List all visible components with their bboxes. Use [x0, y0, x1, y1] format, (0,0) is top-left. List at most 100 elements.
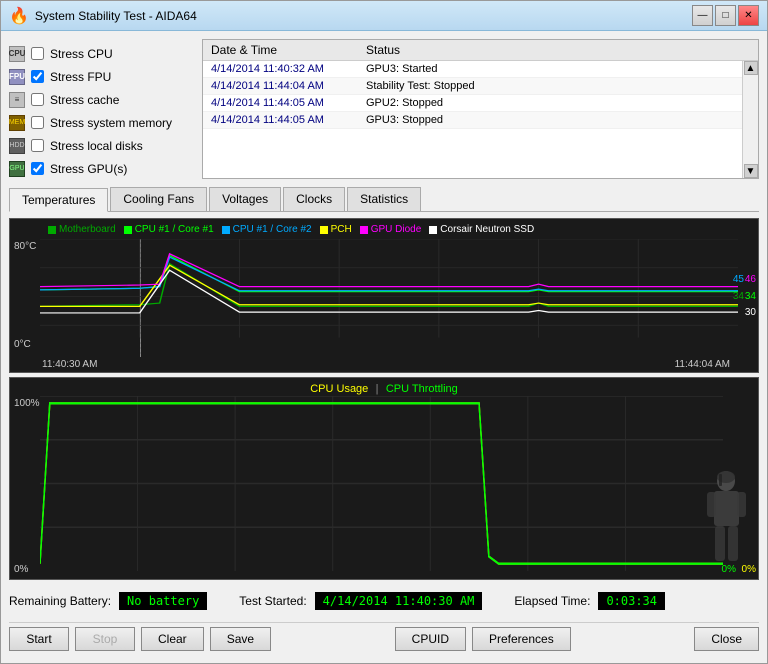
- cpuid-button[interactable]: CPUID: [395, 627, 466, 651]
- tab-statistics[interactable]: Statistics: [347, 187, 421, 211]
- clear-button[interactable]: Clear: [141, 627, 204, 651]
- stress-memory-row: MEM Stress system memory: [9, 112, 194, 133]
- cpu-chart-svg: [40, 396, 723, 571]
- top-section: CPU Stress CPU FPU Stress FPU ≡ Stress c…: [9, 39, 759, 179]
- temperature-chart: Motherboard CPU #1 / Core #1 CPU #1 / Co…: [9, 218, 759, 373]
- cpu-icon: CPU: [9, 46, 25, 62]
- test-started-value: 4/14/2014 11:40:30 AM: [315, 592, 483, 610]
- log-time: 4/14/2014 11:40:32 AM: [207, 62, 362, 76]
- fpu-icon: FPU: [9, 69, 25, 85]
- log-header-datetime: Date & Time: [207, 42, 362, 58]
- temp-chart-svg: [40, 239, 738, 354]
- log-time: 4/14/2014 11:44:05 AM: [207, 96, 362, 110]
- disk-icon: HDD: [9, 138, 25, 154]
- legend-label: CPU #1 / Core #1: [135, 224, 214, 235]
- log-row: 4/14/2014 11:40:32 AM GPU3: Started: [203, 61, 742, 78]
- title-bar: 🔥 System Stability Test - AIDA64 — □ ✕: [1, 1, 767, 31]
- legend-gpu-diode: GPU Diode: [360, 224, 422, 235]
- cpu-usage-label: CPU Usage: [310, 383, 368, 395]
- legend-motherboard: Motherboard: [48, 224, 116, 235]
- temp-value-46: 46: [745, 274, 756, 285]
- scroll-down-btn[interactable]: ▼: [744, 164, 758, 178]
- stress-disk-row: HDD Stress local disks: [9, 135, 194, 156]
- battery-value: No battery: [119, 592, 207, 610]
- character-decoration: [699, 469, 754, 579]
- legend-dot: [124, 226, 132, 234]
- elapsed-label: Elapsed Time:: [514, 594, 590, 608]
- window-title: System Stability Test - AIDA64: [35, 9, 197, 23]
- cpu-y-max: 100%: [14, 398, 40, 409]
- test-started-label: Test Started:: [239, 594, 306, 608]
- elapsed-value: 0:03:34: [598, 592, 665, 610]
- stress-cache-label: Stress cache: [50, 93, 119, 107]
- log-status: GPU3: Started: [362, 62, 442, 76]
- minimize-button[interactable]: —: [692, 5, 713, 26]
- scroll-up-btn[interactable]: ▲: [744, 61, 758, 75]
- log-time: 4/14/2014 11:44:05 AM: [207, 113, 362, 127]
- log-status: Stability Test: Stopped: [362, 79, 479, 93]
- x-end-label: 11:44:04 AM: [675, 359, 730, 370]
- charts-section: Motherboard CPU #1 / Core #1 CPU #1 / Co…: [9, 218, 759, 580]
- battery-label: Remaining Battery:: [9, 594, 111, 608]
- tab-temperatures[interactable]: Temperatures: [9, 188, 108, 212]
- preferences-button[interactable]: Preferences: [472, 627, 571, 651]
- cpu-throttling-label: CPU Throttling: [386, 383, 458, 395]
- memory-icon: MEM: [9, 115, 25, 131]
- save-button[interactable]: Save: [210, 627, 271, 651]
- tab-clocks[interactable]: Clocks: [283, 187, 345, 211]
- stress-cpu-row: CPU Stress CPU: [9, 43, 194, 64]
- legend-core2: CPU #1 / Core #2: [222, 224, 312, 235]
- log-row: 4/14/2014 11:44:05 AM GPU3: Stopped: [203, 112, 742, 129]
- title-bar-left: 🔥 System Stability Test - AIDA64: [9, 6, 197, 26]
- tab-voltages[interactable]: Voltages: [209, 187, 281, 211]
- legend-label: GPU Diode: [371, 224, 422, 235]
- main-window: 🔥 System Stability Test - AIDA64 — □ ✕ C…: [0, 0, 768, 664]
- stress-fpu-label: Stress FPU: [50, 70, 111, 84]
- tab-cooling-fans[interactable]: Cooling Fans: [110, 187, 207, 211]
- log-row: 4/14/2014 11:44:05 AM GPU2: Stopped: [203, 95, 742, 112]
- character-svg: [699, 469, 754, 579]
- stress-memory-label: Stress system memory: [50, 116, 172, 130]
- legend-label: Motherboard: [59, 224, 116, 235]
- cpu-y-min: 0%: [14, 564, 28, 575]
- close-button[interactable]: Close: [694, 627, 759, 651]
- log-status: GPU3: Stopped: [362, 113, 447, 127]
- temp-legend: Motherboard CPU #1 / Core #1 CPU #1 / Co…: [40, 221, 542, 238]
- log-panel: Date & Time Status 4/14/2014 11:40:32 AM…: [202, 39, 759, 179]
- legend-dot: [48, 226, 56, 234]
- maximize-button[interactable]: □: [715, 5, 736, 26]
- stress-cache-checkbox[interactable]: [31, 93, 44, 106]
- log-scrollbar[interactable]: ▲ ▼: [742, 61, 758, 178]
- stress-disk-checkbox[interactable]: [31, 139, 44, 152]
- stress-fpu-checkbox[interactable]: [31, 70, 44, 83]
- legend-ssd: Corsair Neutron SSD: [429, 224, 534, 235]
- stress-cpu-checkbox[interactable]: [31, 47, 44, 60]
- cache-icon: ≡: [9, 92, 25, 108]
- stress-cpu-label: Stress CPU: [50, 47, 113, 61]
- log-body[interactable]: 4/14/2014 11:40:32 AM GPU3: Started 4/14…: [203, 61, 742, 178]
- legend-label: PCH: [331, 224, 352, 235]
- y-max-label: 80°C: [14, 241, 36, 252]
- legend-label: CPU #1 / Core #2: [233, 224, 312, 235]
- status-bar: Remaining Battery: No battery Test Start…: [9, 586, 759, 616]
- gpu-icon: GPU: [9, 161, 25, 177]
- cpu-chart-title: CPU Usage | CPU Throttling: [10, 381, 758, 395]
- bottom-toolbar: Start Stop Clear Save CPUID Preferences …: [9, 622, 759, 655]
- legend-label: Corsair Neutron SSD: [440, 224, 534, 235]
- legend-core1: CPU #1 / Core #1: [124, 224, 214, 235]
- stress-gpu-checkbox[interactable]: [31, 162, 44, 175]
- temp-value-30: 30: [745, 307, 756, 318]
- y-min-label: 0°C: [14, 339, 31, 350]
- stress-options-panel: CPU Stress CPU FPU Stress FPU ≡ Stress c…: [9, 39, 194, 179]
- stress-gpu-label: Stress GPU(s): [50, 162, 127, 176]
- stress-gpu-row: GPU Stress GPU(s): [9, 158, 194, 179]
- stress-disk-label: Stress local disks: [50, 139, 143, 153]
- close-window-button[interactable]: ✕: [738, 5, 759, 26]
- stress-fpu-row: FPU Stress FPU: [9, 66, 194, 87]
- x-start-label: 11:40:30 AM: [42, 359, 97, 370]
- cpu-chart: CPU Usage | CPU Throttling 100% 0% 0% 0%: [9, 377, 759, 580]
- stress-memory-checkbox[interactable]: [31, 116, 44, 129]
- stop-button[interactable]: Stop: [75, 627, 135, 651]
- legend-dot: [429, 226, 437, 234]
- start-button[interactable]: Start: [9, 627, 69, 651]
